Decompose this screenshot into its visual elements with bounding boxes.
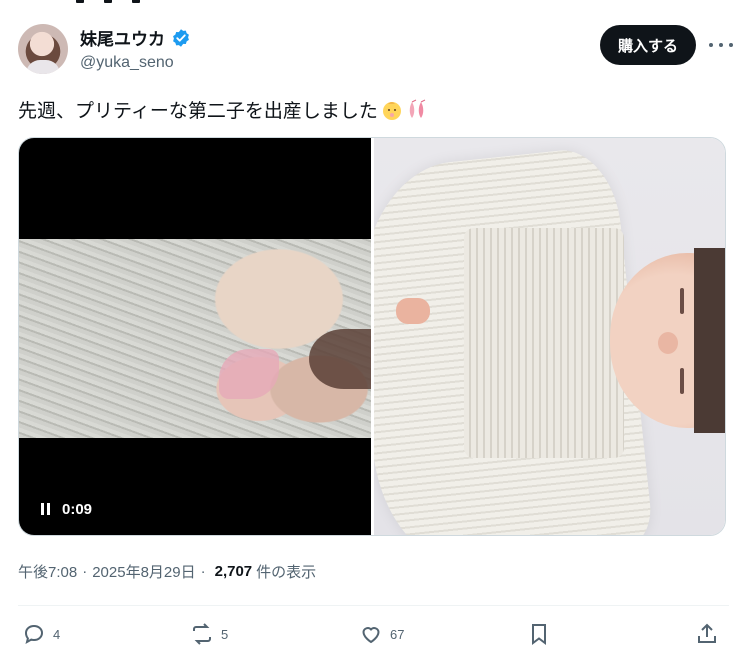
bookmark-button[interactable]	[527, 622, 551, 646]
repost-icon	[193, 623, 211, 645]
like-count: 67	[390, 626, 405, 642]
share-icon	[698, 623, 716, 643]
video-frame	[19, 239, 371, 438]
clipped-previous-content	[70, 0, 160, 4]
display-name[interactable]: 妹尾ユウカ	[80, 25, 165, 50]
reply-count: 4	[53, 626, 61, 642]
verified-badge-icon	[173, 28, 189, 47]
avatar[interactable]	[18, 24, 68, 74]
action-bar: 4 5 67	[22, 622, 723, 650]
post-date[interactable]: 2025年8月29日	[92, 561, 195, 582]
divider	[18, 605, 729, 606]
user-handle[interactable]: @yuka_seno	[80, 54, 174, 72]
views-label: 件の表示	[256, 564, 317, 581]
photo-image[interactable]	[374, 138, 725, 535]
like-button[interactable]: 67	[359, 622, 404, 646]
ballet-shoes-emoji-icon	[409, 99, 426, 118]
views-count: 2,707	[214, 563, 253, 580]
video-time: 0:09	[62, 501, 93, 518]
name-row: 妹尾ユウカ	[80, 25, 191, 50]
repost-count: 5	[221, 626, 229, 642]
bookmark-icon	[532, 624, 546, 645]
reply-icon	[24, 624, 44, 645]
tweet-text-row: 先週、プリティーな第二子を出産しました	[18, 96, 428, 123]
tweet-meta: 午後7:08 · 2025年8月29日 · 2,707 件の表示	[18, 561, 317, 582]
media-grid: 0:09	[18, 137, 726, 536]
heart-icon	[362, 627, 380, 644]
buy-button[interactable]: 購入する	[599, 25, 696, 65]
share-button[interactable]	[695, 622, 719, 646]
baby-emoji-icon	[382, 101, 401, 120]
pause-icon[interactable]	[41, 503, 50, 515]
reply-button[interactable]: 4	[22, 622, 60, 646]
repost-button[interactable]: 5	[190, 622, 228, 646]
tweet-text: 先週、プリティーな第二子を出産しました	[18, 101, 378, 122]
tweet-header: 妹尾ユウカ @yuka_seno 購入する	[18, 22, 733, 76]
video-player[interactable]: 0:09	[19, 138, 371, 535]
more-horizontal-icon[interactable]	[709, 34, 733, 56]
post-time[interactable]: 午後7:08	[18, 561, 77, 582]
